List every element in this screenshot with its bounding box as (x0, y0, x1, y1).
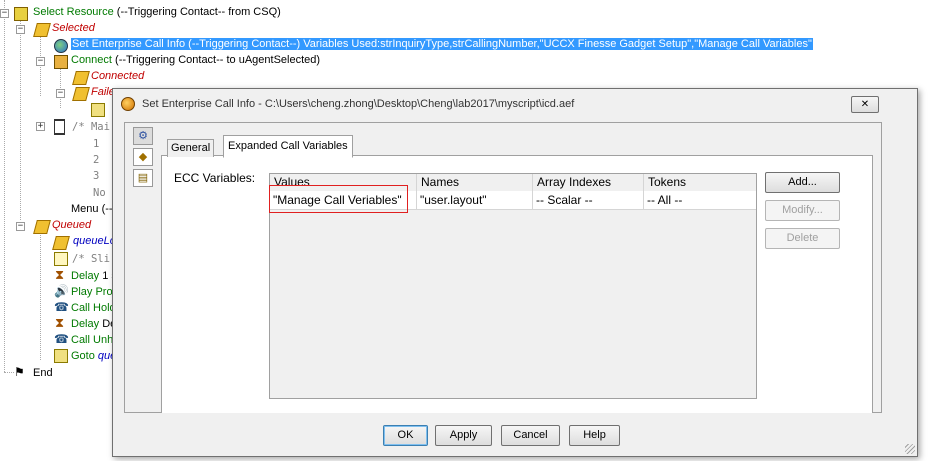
phone-icon: ☎ (54, 300, 69, 314)
tab-panel: ECC Variables: Values Names Array Indexe… (161, 155, 873, 413)
tree-step-goto[interactable]: Goto que (71, 350, 116, 362)
apply-button[interactable]: Apply (435, 425, 492, 446)
tree-step-set-ecc[interactable]: Set Enterprise Call Info (--Triggering C… (71, 38, 813, 50)
note-icon[interactable]: ▤ (133, 169, 153, 187)
tree-comment-main[interactable]: /* Mai (72, 121, 110, 133)
phone-icon: ☎ (54, 332, 69, 346)
dialog-title: Set Enterprise Call Info - C:\Users\chen… (142, 98, 575, 110)
tab-expanded-label: Expanded Call Variables (228, 140, 348, 152)
add-button[interactable]: Add... (765, 172, 840, 193)
tree-step-menu[interactable]: Menu (-- (71, 203, 113, 215)
ecc-variables-label: ECC Variables: (174, 171, 256, 185)
tree-menu-option[interactable]: 2 (93, 154, 99, 166)
tree-step-select-resource[interactable]: Select Resource (--Triggering Contact-- … (33, 6, 281, 18)
collapse-toggle[interactable]: − (56, 89, 65, 98)
expand-toggle[interactable]: + (36, 122, 45, 131)
ok-button[interactable]: OK (383, 425, 428, 446)
branch-icon (72, 71, 90, 85)
flag-icon: ⚑ (14, 365, 25, 379)
dialog-content: ⚙ ◆ ▤ ECC Variables: Values Names Array … (124, 122, 882, 413)
resource-icon (14, 7, 28, 21)
branch-icon (72, 87, 90, 101)
tree-menu-option[interactable]: No (93, 187, 106, 199)
tree-branch-selected[interactable]: Selected (52, 22, 95, 34)
connect-icon (54, 55, 68, 69)
dialog-titlebar[interactable]: Set Enterprise Call Info - C:\Users\chen… (113, 89, 917, 121)
hourglass-icon: ⧗ (55, 315, 65, 330)
script-icon (54, 119, 65, 135)
set-ecc-dialog: Set Enterprise Call Info - C:\Users\chen… (112, 88, 918, 457)
highlight-box (269, 185, 408, 213)
cancel-button[interactable]: Cancel (501, 425, 560, 446)
script-icon (54, 252, 68, 266)
help-button[interactable]: Help (569, 425, 620, 446)
category-strip: ⚙ ◆ ▤ (129, 127, 163, 187)
collapse-toggle[interactable]: − (16, 25, 25, 34)
dialog-app-icon (121, 97, 135, 111)
branch-icon (33, 23, 51, 37)
gear-icon[interactable]: ⚙ (133, 127, 153, 145)
tree-comment-slip[interactable]: /* Sli (72, 253, 110, 265)
tag-icon[interactable]: ◆ (133, 148, 153, 166)
modify-button[interactable]: Modify... (765, 200, 840, 221)
hourglass-icon: ⧗ (55, 267, 65, 282)
delete-button[interactable]: Delete (765, 228, 840, 249)
branch-icon (33, 220, 51, 234)
tab-expanded-call-variables[interactable]: Expanded Call Variables (223, 135, 353, 158)
tree-branch-queued[interactable]: Queued (52, 219, 91, 231)
tree-branch-connected[interactable]: Connected (91, 70, 144, 82)
resize-grip[interactable] (905, 444, 915, 454)
table-cell-index[interactable]: -- Scalar -- (533, 191, 644, 210)
close-button[interactable]: ✕ (851, 96, 879, 113)
globe-icon (54, 39, 68, 53)
close-icon: ✕ (860, 99, 870, 110)
tree-label-queue[interactable]: queueLo (73, 235, 116, 247)
tree-step-end[interactable]: End (33, 367, 53, 379)
ecc-variables-table: Values Names Array Indexes Tokens "Manag… (269, 173, 757, 399)
tab-general-label: General (171, 142, 211, 154)
goto-icon (54, 349, 68, 363)
collapse-toggle[interactable]: − (0, 9, 9, 18)
tree-step-call-hold[interactable]: Call Hold (71, 302, 116, 314)
tree-menu-option[interactable]: 1 (93, 138, 99, 150)
tab-general[interactable]: General (167, 139, 215, 157)
goto-icon (91, 103, 105, 117)
collapse-toggle[interactable]: − (16, 222, 25, 231)
tree-step-delay[interactable]: Delay De (71, 318, 116, 330)
speaker-icon: 🔊 (54, 284, 69, 298)
collapse-toggle[interactable]: − (36, 57, 45, 66)
table-cell-name[interactable]: "user.layout" (417, 191, 533, 210)
tree-step-delay[interactable]: Delay 1 s (71, 270, 117, 282)
table-cell-token[interactable]: -- All -- (644, 191, 756, 210)
tree-menu-option[interactable]: 3 (93, 170, 99, 182)
tree-step-connect[interactable]: Connect (--Triggering Contact-- to uAgen… (71, 54, 320, 66)
label-icon (52, 236, 70, 250)
